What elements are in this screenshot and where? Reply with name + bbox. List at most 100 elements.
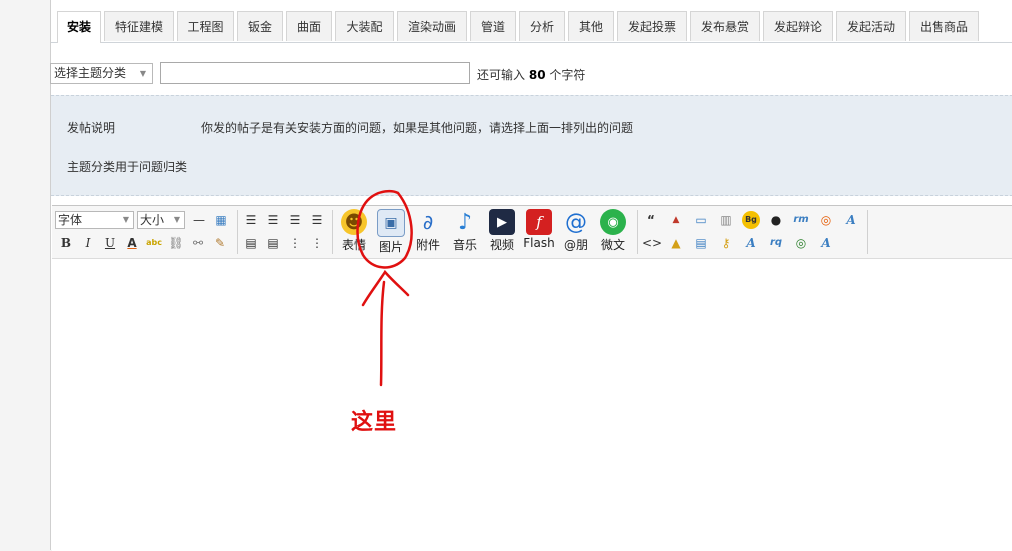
font-color-icon[interactable]: A (123, 234, 141, 252)
rm-icon[interactable]: rm (792, 211, 810, 229)
posting-instructions-label: 发帖说明 (67, 121, 116, 135)
editor-toolbar: 字体 ▼ 大小 ▼ — ▦ B I U A abc ⛓ ⚯ ✎ ☰ ☰ ☰ ☰ … (52, 206, 1012, 259)
tab-feature-modeling[interactable]: 特征建模 (104, 11, 174, 41)
background-color-icon[interactable]: Bg (742, 211, 760, 229)
wechat-icon: ◉ (600, 209, 626, 235)
unlink-icon[interactable]: ⚯ (189, 234, 207, 252)
tab-drawing[interactable]: 工程图 (177, 11, 234, 41)
code-icon[interactable]: <> (642, 234, 662, 252)
font-family-select[interactable]: 字体 ▼ (55, 211, 134, 229)
tab-sell-goods[interactable]: 出售商品 (909, 11, 979, 41)
align-right-icon[interactable]: ☰ (286, 211, 304, 229)
font-style-icon[interactable]: A (742, 234, 760, 252)
chevron-down-icon: ▼ (173, 215, 180, 224)
hide-content-icon[interactable]: ▭ (692, 211, 710, 229)
toolbar-divider (332, 210, 333, 254)
font-style-icon[interactable]: A (842, 211, 860, 229)
tab-large-assembly[interactable]: 大装配 (335, 11, 394, 41)
attachment-label: 附件 (415, 238, 440, 252)
category-select-value: 选择主题分类 (54, 66, 127, 80)
char-count-hint: 还可输入 80 个字符 (477, 66, 585, 83)
tab-surface[interactable]: 曲面 (286, 11, 332, 41)
emoji-label: 表情 (341, 238, 366, 252)
attachment-button[interactable]: ∂ 附件 (409, 208, 447, 256)
category-select[interactable]: 选择主题分类 ▼ (50, 63, 153, 84)
float-right-icon[interactable]: ▤ (264, 234, 282, 252)
image-icon: ▣ (377, 209, 405, 237)
font-size-select[interactable]: 大小 ▼ (137, 211, 185, 229)
align-left-icon[interactable]: ☰ (242, 211, 260, 229)
char-hint-count: 80 (528, 68, 546, 82)
color-wheel-icon[interactable]: ◎ (792, 234, 810, 252)
at-sign-icon: @ (565, 209, 587, 235)
float-left-icon[interactable]: ▤ (242, 234, 260, 252)
color-wheel-icon[interactable]: ◎ (817, 211, 835, 229)
tab-start-poll[interactable]: 发起投票 (617, 11, 687, 41)
rq-icon[interactable]: rq (767, 234, 785, 252)
columns-icon[interactable]: ▥ (717, 211, 735, 229)
wechat-button[interactable]: ◉ 微文 (594, 208, 632, 256)
key-icon[interactable]: ⚷ (717, 234, 735, 252)
qq-icon[interactable]: ● (767, 211, 785, 229)
rich-text-editor: 字体 ▼ 大小 ▼ — ▦ B I U A abc ⛓ ⚯ ✎ ☰ ☰ ☰ ☰ … (52, 205, 1012, 551)
category-note: 主题分类用于问题归类 (67, 160, 188, 174)
unordered-list-icon[interactable]: ⋮ (308, 234, 326, 252)
font-size-select-value: 大小 (140, 213, 165, 227)
clear-format-icon[interactable]: ✎ (211, 234, 229, 252)
char-hint-suffix: 个字符 (549, 68, 586, 82)
image-label: 图片 (378, 240, 403, 254)
lock-icon[interactable]: ▲ (667, 234, 685, 252)
table-icon[interactable]: ▦ (212, 211, 230, 229)
quote-icon[interactable]: “ (642, 211, 660, 229)
music-label: 音乐 (452, 238, 477, 252)
tab-analysis[interactable]: 分析 (519, 11, 565, 41)
bold-icon[interactable]: B (57, 234, 75, 252)
tab-piping[interactable]: 管道 (470, 11, 516, 41)
tab-post-reward[interactable]: 发布悬赏 (690, 11, 760, 41)
tab-install[interactable]: 安装 (57, 11, 101, 43)
posting-instructions-box: 发帖说明 你发的帖子是有关安装方面的问题，如果是其他问题，请选择上面一排列出的问… (51, 95, 1012, 196)
mention-button[interactable]: @ @朋 (557, 208, 595, 256)
free-icon[interactable]: ▲ (667, 211, 685, 229)
toolbar-divider (867, 210, 868, 254)
chevron-down-icon: ▼ (122, 215, 129, 224)
video-label: 视频 (489, 238, 514, 252)
post-form-panel: 安装 特征建模 工程图 钣金 曲面 大装配 渲染动画 管道 分析 其他 发起投票… (50, 0, 1012, 551)
editor-content-area[interactable] (52, 259, 1012, 551)
video-button[interactable]: ▶ 视频 (483, 208, 521, 256)
tab-render-animation[interactable]: 渲染动画 (397, 11, 467, 41)
align-justify-icon[interactable]: ☰ (308, 211, 326, 229)
char-hint-prefix: 还可输入 (477, 68, 526, 82)
chevron-down-icon: ▼ (139, 69, 146, 78)
wechat-label: 微文 (600, 238, 625, 252)
paperclip-icon: ∂ (422, 210, 434, 234)
index-icon[interactable]: ▤ (692, 234, 710, 252)
subject-input[interactable] (160, 62, 470, 84)
mention-label: @朋 (563, 238, 588, 252)
tab-other[interactable]: 其他 (568, 11, 614, 41)
image-button[interactable]: ▣ 图片 (372, 208, 410, 256)
align-center-icon[interactable]: ☰ (264, 211, 282, 229)
smiley-icon: ☻ (341, 209, 367, 235)
posting-instructions-text: 你发的帖子是有关安装方面的问题，如果是其他问题，请选择上面一排列出的问题 (201, 121, 634, 135)
tab-start-debate[interactable]: 发起辩论 (763, 11, 833, 41)
italic-icon[interactable]: I (79, 234, 97, 252)
underline-icon[interactable]: U (101, 234, 119, 252)
toolbar-divider (637, 210, 638, 254)
highlight-icon[interactable]: abc (145, 234, 163, 252)
font-style-icon[interactable]: A (817, 234, 835, 252)
font-family-select-value: 字体 (58, 213, 83, 227)
flash-label: Flash (523, 236, 555, 250)
music-button[interactable]: ♪ 音乐 (446, 208, 484, 256)
category-tab-bar: 安装 特征建模 工程图 钣金 曲面 大装配 渲染动画 管道 分析 其他 发起投票… (51, 0, 1012, 43)
toolbar-divider (237, 210, 238, 254)
flash-button[interactable]: f Flash (520, 208, 558, 256)
link-icon[interactable]: ⛓ (167, 234, 185, 252)
tab-start-event[interactable]: 发起活动 (836, 11, 906, 41)
emoji-button[interactable]: ☻ 表情 (335, 208, 373, 256)
horizontal-rule-icon[interactable]: — (190, 211, 208, 229)
annotation-label: 这里 (351, 410, 398, 435)
tab-sheet-metal[interactable]: 钣金 (237, 11, 283, 41)
music-note-icon: ♪ (457, 209, 473, 235)
ordered-list-icon[interactable]: ⋮ (286, 234, 304, 252)
